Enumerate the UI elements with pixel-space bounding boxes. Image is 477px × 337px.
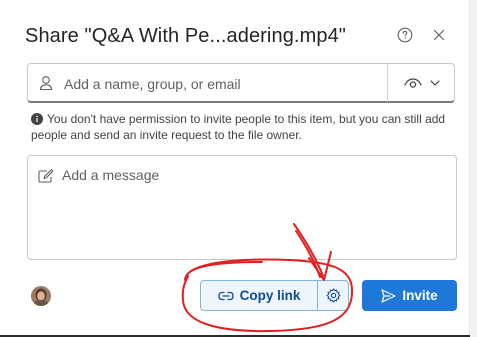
close-icon — [433, 29, 445, 41]
user-avatar-image — [31, 286, 51, 306]
copy-link-label: Copy link — [239, 288, 301, 303]
invite-label: Invite — [402, 288, 438, 303]
chevron-down-icon — [430, 80, 440, 86]
people-input[interactable] — [62, 71, 386, 97]
picker-divider — [387, 64, 388, 102]
eye-icon — [404, 78, 422, 88]
permission-notice: You don't have permission to invite peop… — [31, 111, 451, 143]
message-input[interactable] — [60, 165, 444, 249]
permission-dropdown[interactable] — [394, 69, 450, 97]
copy-link-button[interactable]: Copy link — [201, 281, 317, 310]
person-icon — [39, 76, 53, 91]
edit-icon — [38, 169, 54, 183]
invite-button[interactable]: Invite — [362, 280, 457, 311]
question-circle-icon — [397, 27, 413, 43]
avatar[interactable] — [31, 286, 51, 306]
dialog-title: Share "Q&A With Pe...adering.mp4" — [25, 25, 346, 47]
info-icon — [31, 113, 43, 125]
people-picker — [27, 63, 455, 103]
message-box — [27, 155, 457, 260]
help-button[interactable] — [394, 24, 416, 46]
close-button[interactable] — [428, 24, 450, 46]
copy-link-group: Copy link — [200, 280, 349, 311]
notice-text: You don't have permission to invite peop… — [31, 112, 446, 142]
send-icon — [381, 288, 396, 303]
share-dialog: Share "Q&A With Pe...adering.mp4" Add a … — [0, 0, 470, 337]
link-icon — [217, 291, 234, 300]
window-edge — [469, 0, 477, 337]
gear-icon — [325, 288, 341, 303]
link-settings-button[interactable] — [318, 281, 348, 310]
